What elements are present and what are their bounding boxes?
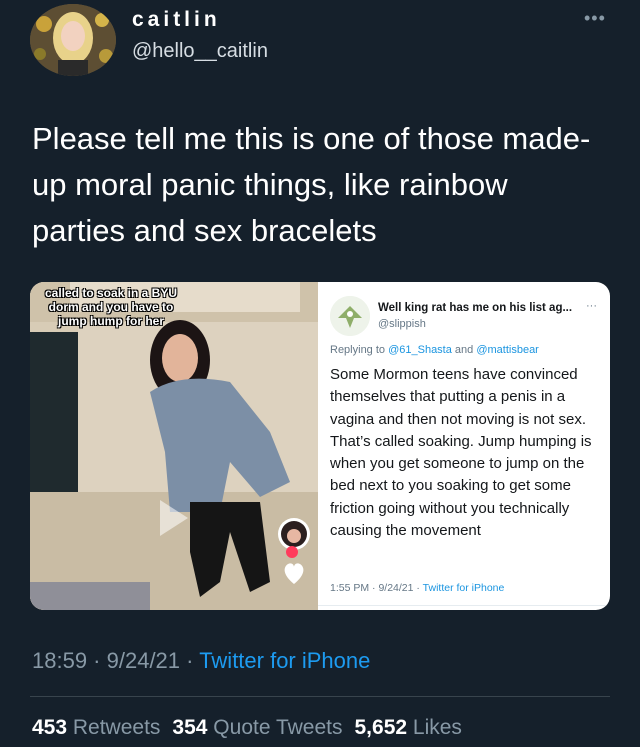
quoted-reply-card[interactable]: Well king rat has me on his list ag... ·… [318, 282, 610, 610]
tweet-media[interactable]: called to soak in a BYU dorm and you hav… [30, 282, 610, 610]
replying-and-label: and [451, 344, 477, 356]
author-display-name[interactable]: caitlin [132, 8, 221, 32]
reply-time: 1:55 PM [330, 582, 370, 594]
video-caption: called to soak in a BYU dorm and you hav… [44, 286, 178, 328]
likes-count: 5,652 [354, 716, 408, 739]
retweets-stat[interactable]: 453 Retweets [32, 716, 160, 739]
video-frame-image [30, 282, 318, 610]
tweet-date[interactable]: 9/24/21 [107, 648, 180, 673]
video-thumbnail[interactable]: called to soak in a BYU dorm and you hav… [30, 282, 318, 610]
reply-avatar-image [330, 296, 370, 336]
author-handle[interactable]: @hello__caitlin [132, 40, 268, 63]
reply-divider [318, 605, 610, 606]
reply-text: Some Mormon teens have convinced themsel… [330, 366, 592, 540]
tweet-time[interactable]: 18:59 [32, 648, 87, 673]
reply-source-link[interactable]: Twitter for iPhone [423, 582, 505, 594]
reply-author-handle[interactable]: @slippish [378, 318, 426, 330]
retweets-label: Retweets [67, 716, 161, 739]
quote-tweets-count: 354 [172, 716, 208, 739]
tweet-text: Please tell me this is one of those made… [32, 121, 591, 248]
reply-more-icon[interactable]: ··· [586, 300, 597, 312]
tweet-sep-1: · [87, 648, 107, 673]
mention-link-2[interactable]: @mattisbear [476, 344, 539, 356]
reply-avatar[interactable] [330, 296, 370, 336]
reply-author-name[interactable]: Well king rat has me on his list ag... [378, 302, 572, 314]
tweet-sep-2: · [180, 648, 200, 673]
engagement-stats: 453 Retweets 354 Quote Tweets 5,652 Likes [32, 716, 462, 740]
author-avatar[interactable] [30, 4, 116, 76]
likes-label: Likes [407, 716, 462, 739]
replying-to-line: Replying to @61_Shasta and @mattisbear [330, 344, 539, 356]
likes-stat[interactable]: 5,652 Likes [355, 716, 462, 739]
quote-tweets-stat[interactable]: 354 Quote Tweets [172, 716, 342, 739]
reply-date: 9/24/21 [378, 582, 414, 594]
retweets-count: 453 [32, 716, 68, 739]
reply-sep-2: · [413, 582, 423, 594]
stats-divider [30, 696, 610, 697]
tweet-timestamp: 18:59 · 9/24/21 · Twitter for iPhone [32, 648, 370, 674]
author-avatar-image [30, 4, 116, 76]
quote-tweets-label: Quote Tweets [207, 716, 343, 739]
replying-to-label: Replying to [330, 344, 389, 356]
reply-timestamp: 1:55 PM · 9/24/21 · Twitter for iPhone [330, 582, 504, 594]
tweet-source-link[interactable]: Twitter for iPhone [199, 648, 370, 673]
more-options-icon[interactable]: ••• [584, 8, 606, 29]
mention-link-1[interactable]: @61_Shasta [388, 344, 452, 356]
